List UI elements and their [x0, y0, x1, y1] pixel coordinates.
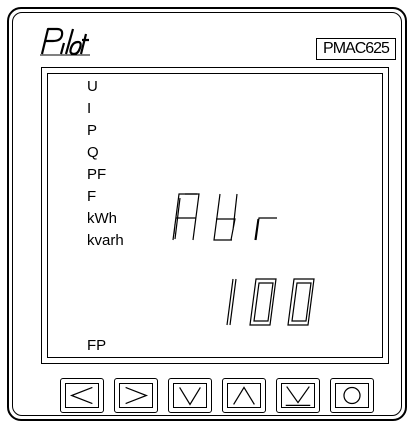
arrow-left-icon — [69, 386, 93, 405]
enter-arrow-icon — [285, 386, 311, 407]
indicator-i: I — [87, 100, 92, 117]
model-label: PMAC625 — [316, 38, 396, 60]
menu-button[interactable] — [330, 378, 374, 413]
indicator-pf: PF — [87, 166, 107, 183]
arrow-down-icon — [179, 387, 201, 406]
indicator-u: U — [87, 78, 98, 95]
enter-button[interactable] — [276, 378, 320, 413]
arrow-right-icon — [125, 386, 149, 405]
arrow-up-icon — [233, 386, 255, 405]
lcd-line2-readout — [226, 278, 315, 326]
right-button[interactable] — [114, 378, 158, 413]
left-button[interactable] — [60, 378, 104, 413]
lcd-line1-readout — [172, 193, 277, 241]
indicator-q: Q — [87, 144, 99, 161]
indicator-f: F — [87, 188, 97, 205]
indicator-fp: FP — [87, 337, 107, 354]
indicator-kvarh: kvarh — [87, 232, 124, 249]
indicator-kwh: kWh — [87, 210, 117, 227]
brand-logo — [40, 27, 90, 56]
down-button[interactable] — [168, 378, 212, 413]
up-button[interactable] — [222, 378, 266, 413]
indicator-p: P — [87, 122, 98, 139]
circle-icon — [343, 386, 361, 405]
